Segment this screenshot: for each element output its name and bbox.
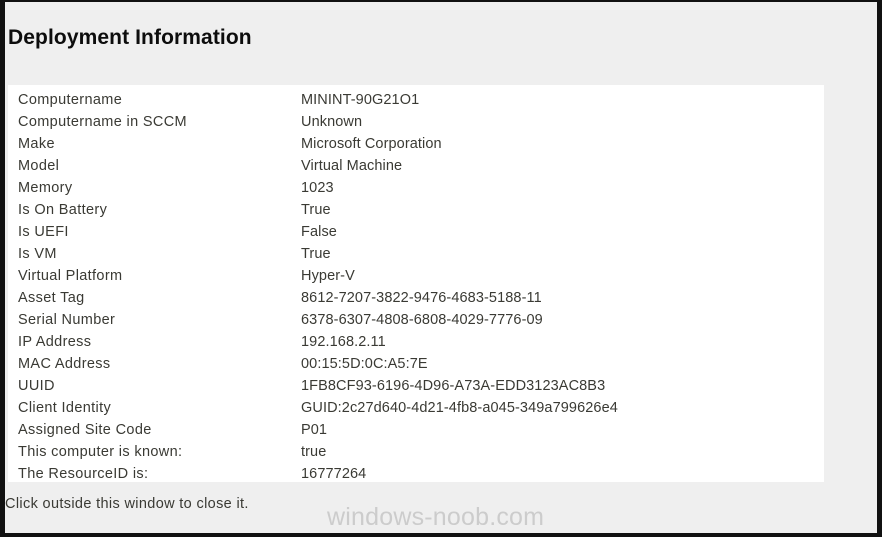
row-label: Model <box>18 158 60 174</box>
page-title: Deployment Information <box>8 26 252 49</box>
row-value: 6378-6307-4808-6808-4029-7776-09 <box>301 312 543 328</box>
close-hint-text: Click outside this window to close it. <box>5 496 249 512</box>
table-row: UUID 1FB8CF93-6196-4D96-A73A-EDD3123AC8B3 <box>8 375 824 397</box>
table-row: Serial Number 6378-6307-4808-6808-4029-77… <box>8 309 824 331</box>
row-label: The ResourceID is: <box>18 466 149 482</box>
table-row: Is UEFI False <box>8 221 824 243</box>
row-value: True <box>301 202 331 218</box>
row-label: Is On Battery <box>18 202 108 218</box>
row-value: Unknown <box>301 114 363 130</box>
row-label: UUID <box>18 378 55 394</box>
row-label: Computername in SCCM <box>18 114 187 130</box>
table-row: Memory 1023 <box>8 177 824 199</box>
deployment-info-panel: Computername MININT-90G21O1 Computername i… <box>8 85 824 482</box>
deployment-info-table-body: Computername MININT-90G21O1 Computername i… <box>8 89 824 482</box>
row-label: MAC Address <box>18 356 111 372</box>
table-row: Assigned Site Code P01 <box>8 419 824 441</box>
row-value: 00:15:5D:0C:A5:7E <box>301 356 428 372</box>
row-value: True <box>301 246 331 262</box>
table-row: IP Address 192.168.2.11 <box>8 331 824 353</box>
deployment-information-dialog: Deployment Information Computername MININ… <box>0 0 882 537</box>
row-label: Client Identity <box>18 400 112 416</box>
row-value: Microsoft Corporation <box>301 136 442 152</box>
row-label: This computer is known: <box>18 444 183 460</box>
table-row: MAC Address 00:15:5D:0C:A5:7E <box>8 353 824 375</box>
table-row: Is On Battery True <box>8 199 824 221</box>
table-row: Computername MININT-90G21O1 <box>8 89 824 111</box>
row-label: IP Address <box>18 334 92 350</box>
row-value: 1FB8CF93-6196-4D96-A73A-EDD3123AC8B3 <box>301 378 606 394</box>
table-row: Model Virtual Machine <box>8 155 824 177</box>
deployment-info-table: Computername MININT-90G21O1 Computername i… <box>8 89 824 482</box>
table-row: Client Identity GUID:2c27d640-4d21-4fb8-a… <box>8 397 824 419</box>
row-value: False <box>301 224 337 240</box>
table-row: Is VM True <box>8 243 824 265</box>
table-row: Asset Tag 8612-7207-3822-9476-4683-5188-1… <box>8 287 824 309</box>
row-label: Asset Tag <box>18 290 85 306</box>
row-label: Assigned Site Code <box>18 422 152 438</box>
table-row: Make Microsoft Corporation <box>8 133 824 155</box>
watermark: windows-noob.com <box>327 503 545 531</box>
row-label: Is VM <box>18 246 57 262</box>
row-value: 8612-7207-3822-9476-4683-5188-11 <box>301 290 542 306</box>
row-label: Memory <box>18 180 73 196</box>
row-label: Serial Number <box>18 312 116 328</box>
table-row: The ResourceID is: 16777264 <box>8 463 824 482</box>
table-row: Computername in SCCM Unknown <box>8 111 824 133</box>
row-value: true <box>301 444 327 460</box>
row-value: P01 <box>301 422 328 438</box>
row-value: 1023 <box>301 180 334 196</box>
row-label: Virtual Platform <box>18 268 123 284</box>
row-value: GUID:2c27d640-4d21-4fb8-a045-349a799626e… <box>301 400 618 416</box>
row-label: Make <box>18 136 55 152</box>
row-value: Virtual Machine <box>301 158 403 174</box>
row-value: MININT-90G21O1 <box>301 92 420 108</box>
row-label: Is UEFI <box>18 224 69 240</box>
table-row: This computer is known: true <box>8 441 824 463</box>
row-value: 16777264 <box>301 466 367 482</box>
row-value: Hyper-V <box>301 268 355 284</box>
row-label: Computername <box>18 92 123 108</box>
row-value: 192.168.2.11 <box>301 334 386 350</box>
table-row: Virtual Platform Hyper-V <box>8 265 824 287</box>
